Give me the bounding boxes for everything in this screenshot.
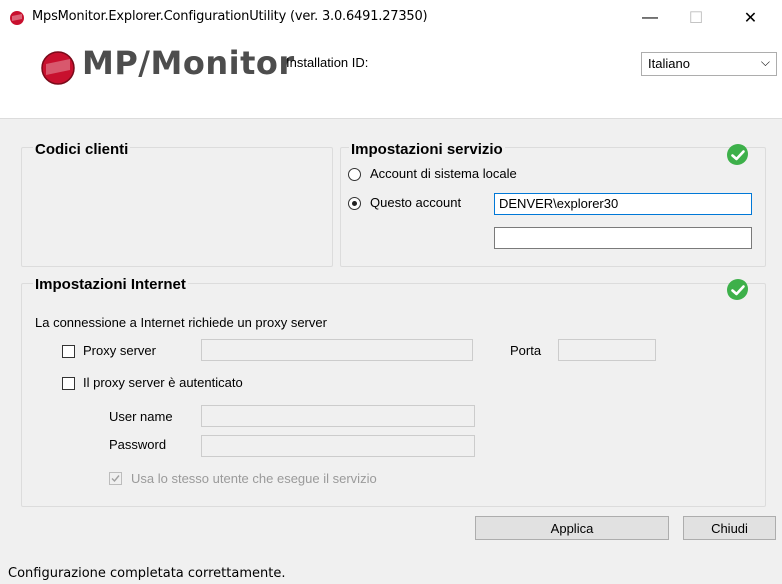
status-bar: Configurazione completata correttamente. [0, 565, 782, 583]
same-user-label: Usa lo stesso utente che esegue il servi… [131, 471, 377, 486]
account-input[interactable]: DENVER\explorer30 [494, 193, 752, 215]
proxy-required-text: La connessione a Internet richiede un pr… [35, 315, 327, 330]
language-select[interactable]: Italiano ⌵ [641, 52, 777, 76]
language-select-value: Italiano [648, 56, 690, 71]
password-label: Password [109, 437, 167, 452]
radio-this-account-label: Questo account [370, 195, 462, 210]
proxy-authenticated-label: Il proxy server è autenticato [83, 375, 243, 390]
window-title: MpsMonitor.Explorer.ConfigurationUtility… [32, 9, 428, 24]
impostazioni-internet-title: Impostazioni Internet [33, 276, 188, 293]
mps-logo-icon [41, 51, 75, 85]
close-button[interactable]: Chiudi [683, 516, 776, 540]
check-ok-icon [727, 279, 748, 300]
header-area: MP/Monitor Installation ID: [0, 36, 782, 118]
radio-local-system-label: Account di sistema locale [370, 166, 517, 181]
impostazioni-servizio-title: Impostazioni servizio [349, 141, 505, 158]
title-bar: MpsMonitor.Explorer.ConfigurationUtility… [0, 0, 782, 36]
porta-label: Porta [510, 343, 542, 358]
apply-button[interactable]: Applica [475, 516, 669, 540]
password-input[interactable] [201, 435, 475, 457]
close-window-button[interactable]: ✕ [719, 0, 782, 36]
check-ok-icon [727, 144, 748, 165]
same-user-checkbox[interactable] [109, 472, 122, 485]
codici-clienti-title: Codici clienti [33, 141, 131, 158]
logo-text: MP/Monitor [82, 44, 295, 82]
username-label: User name [109, 409, 173, 424]
maximize-button[interactable]: ☐ [673, 0, 719, 36]
porta-input[interactable] [558, 339, 656, 361]
checkmark-icon [111, 475, 120, 483]
proxy-server-checkbox[interactable] [62, 345, 75, 358]
username-input[interactable] [201, 405, 475, 427]
installation-id-label: Installation ID: [286, 55, 369, 70]
client-area: Codici clienti Impostazioni servizio Acc… [0, 118, 782, 584]
codici-clienti-group [21, 147, 333, 267]
radio-local-system-account[interactable] [348, 168, 361, 181]
proxy-authenticated-checkbox[interactable] [62, 377, 75, 390]
radio-this-account[interactable] [348, 197, 361, 210]
account-password-input[interactable] [494, 227, 752, 249]
minimize-button[interactable]: — [627, 0, 673, 36]
proxy-server-label: Proxy server [83, 343, 156, 358]
proxy-server-input[interactable] [201, 339, 473, 361]
chevron-down-icon: ⌵ [760, 55, 770, 69]
app-icon [10, 11, 24, 25]
